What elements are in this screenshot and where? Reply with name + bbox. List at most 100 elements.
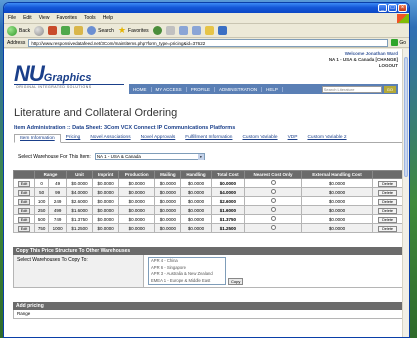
delete-button[interactable]: Delete (378, 225, 398, 232)
table-cell: $1.2500 (210, 223, 246, 233)
close-icon[interactable]: × (398, 4, 407, 12)
table-cell: $0.0000 (180, 196, 212, 206)
tab-vdp[interactable]: VDP (283, 134, 303, 142)
nearest-cost-radio[interactable] (270, 189, 276, 194)
delete-button[interactable]: Delete (378, 180, 398, 187)
folder-icon[interactable] (204, 26, 214, 35)
edit-button[interactable]: Edit (17, 198, 31, 205)
refresh-icon[interactable] (61, 26, 71, 35)
favorites-button[interactable]: ★ Favorites (118, 25, 149, 36)
menu-file[interactable]: File (8, 15, 16, 21)
col-imprint: Imprint (92, 170, 120, 179)
table-cell: $2.6000 (210, 196, 246, 206)
windows-logo-icon (397, 13, 409, 23)
nav-administration[interactable]: ADMINISTRATION (215, 86, 263, 92)
forward-arrow-icon[interactable] (34, 25, 45, 36)
go-button[interactable]: Go (391, 39, 406, 46)
tab-custom-variable[interactable]: Custom Variable (237, 134, 282, 142)
home-icon[interactable] (74, 26, 84, 35)
tab-item-information[interactable]: Item Information (14, 134, 61, 143)
edit-button[interactable]: Edit (17, 180, 31, 187)
warehouse-select[interactable]: NA 1 - USA & Canada ▼ (94, 153, 205, 160)
delete-button[interactable]: Delete (378, 189, 398, 196)
nearest-cost-radio[interactable] (270, 225, 276, 230)
nearest-cost-cell (244, 205, 302, 215)
nav-home[interactable]: HOME (129, 86, 152, 92)
nearest-cost-radio[interactable] (270, 180, 276, 185)
copy-section: Select Warehouses To Copy To: APR 4 - Ch… (13, 255, 403, 288)
address-input[interactable]: http://www.responsivedatafeed.net/3Com/m… (28, 38, 389, 47)
edit-button[interactable]: Edit (17, 207, 31, 214)
table-cell: 100 (34, 196, 50, 206)
table-row: Edit 250 499 $1.6000 $0.0000 $0.0000 $0.0000 $0… (12, 205, 403, 215)
table-cell: $0.0000 (300, 214, 374, 224)
edit-button[interactable]: Edit (17, 189, 31, 196)
back-arrow-icon (7, 25, 17, 36)
go-arrow-icon (391, 39, 399, 46)
table-cell: $0.0000 (180, 205, 212, 215)
logo-rest: Graphics (43, 72, 92, 84)
tab-pricing[interactable]: Pricing (61, 134, 86, 142)
table-cell: 250 (34, 205, 50, 215)
table-cell: $0.0000 (118, 223, 156, 233)
logout-link[interactable]: LOGOUT (329, 63, 398, 69)
nearest-cost-cell (244, 223, 302, 233)
table-cell: $1.6000 (210, 205, 246, 215)
nearest-cost-cell (244, 214, 302, 224)
table-cell: $0.0000 (154, 187, 182, 197)
table-cell: $0.0000 (118, 178, 156, 188)
tab-novel-associations[interactable]: Novel Associations (85, 134, 135, 142)
vertical-scrollbar[interactable] (402, 49, 409, 337)
maximize-icon[interactable]: □ (388, 4, 397, 12)
messenger-icon[interactable] (217, 26, 227, 35)
nav-my-access[interactable]: MY ACCESS (152, 86, 187, 92)
edit-page-icon[interactable] (191, 26, 201, 35)
literature-search-input[interactable]: Search Literature (321, 85, 382, 93)
warehouse-listbox[interactable]: APR 4 - China APR 6 - Singapore APR 3 - … (148, 257, 226, 285)
tab-novel-approvals[interactable]: Novel Approvals (136, 134, 181, 142)
listbox-option[interactable]: EMEA 1 - Europe & Middle East (151, 278, 225, 285)
delete-button[interactable]: Delete (378, 207, 398, 214)
delete-cell: Delete (372, 178, 403, 188)
edit-button[interactable]: Edit (17, 216, 31, 223)
table-cell: 249 (48, 196, 67, 206)
table-cell: $0.0000 (210, 178, 246, 188)
nav-profile[interactable]: PROFILE (187, 86, 215, 92)
edit-cell: Edit (12, 196, 36, 206)
tab-custom-variable-2[interactable]: Custom Variable 2 (302, 134, 351, 142)
table-cell: 500 (34, 214, 50, 224)
menu-favorites[interactable]: Favorites (56, 15, 77, 21)
delete-button[interactable]: Delete (378, 216, 398, 223)
delete-button[interactable]: Delete (378, 198, 398, 205)
search-icon (87, 26, 97, 35)
stop-icon[interactable] (48, 26, 58, 35)
table-cell: $2.6000 (65, 196, 94, 206)
table-row: Edit 50 99 $4.0000 $0.0000 $0.0000 $0.0000 $0.0… (12, 187, 403, 197)
scrollbar-thumb[interactable] (404, 57, 408, 177)
edit-button[interactable]: Edit (17, 225, 31, 232)
search-go-button[interactable]: GO (383, 85, 396, 93)
col-edit (12, 170, 36, 179)
menu-tools[interactable]: Tools (84, 15, 96, 21)
nearest-cost-radio[interactable] (270, 198, 276, 203)
back-button[interactable]: Back (7, 25, 30, 36)
delete-cell: Delete (372, 223, 403, 233)
menu-edit[interactable]: Edit (23, 15, 32, 21)
menu-help[interactable]: Help (103, 15, 113, 21)
main-nav: HOME MY ACCESS PROFILE ADMINISTRATION HE… (129, 84, 398, 94)
col-mailing: Mailing (154, 170, 182, 179)
search-button[interactable]: Search (87, 26, 114, 35)
nearest-cost-radio[interactable] (270, 216, 276, 221)
table-cell: $0.0000 (92, 223, 120, 233)
table-cell: 50 (34, 187, 50, 197)
tab-fulfillment-information[interactable]: Fulfillment Information (180, 134, 237, 142)
mail-icon[interactable] (165, 26, 175, 35)
print-icon[interactable] (178, 26, 188, 35)
media-icon[interactable] (152, 26, 162, 35)
nav-help[interactable]: HELP (262, 86, 283, 92)
nearest-cost-radio[interactable] (270, 207, 276, 212)
minimize-icon[interactable]: _ (378, 4, 387, 12)
edit-cell: Edit (12, 187, 36, 197)
copy-button[interactable]: Copy (228, 278, 244, 285)
menu-view[interactable]: View (39, 15, 50, 21)
